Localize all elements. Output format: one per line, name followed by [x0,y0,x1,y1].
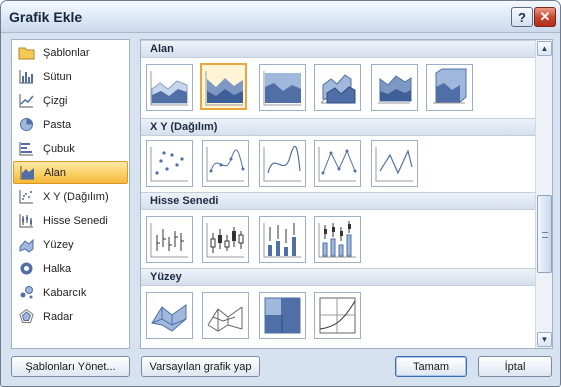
folder-icon [18,47,35,60]
category-scatter[interactable]: X Y (Dağılım) [13,185,128,208]
pie-chart-icon [20,118,33,131]
scatter-straight-subtype-thumb[interactable] [371,140,418,187]
category-doughnut[interactable]: Halka [13,257,128,280]
scroll-down-arrow-icon[interactable]: ▼ [537,332,552,347]
set-as-default-chart-button[interactable]: Varsayılan grafik yap [141,356,260,377]
stock-open-high-low-close-subtype-thumb[interactable] [202,216,249,263]
wireframe-surface-subtype-thumb[interactable] [202,292,249,339]
doughnut-chart-icon [20,262,33,275]
surface-chart-icon [19,238,34,253]
stock-chart-icon [19,214,33,228]
category-label: Yüzey [43,238,74,251]
section-header-surface: Yüzey [141,268,535,286]
category-line[interactable]: Çizgi [13,89,128,112]
scrollbar-thumb[interactable] [537,195,552,273]
close-button[interactable]: ✕ [534,7,556,27]
dialog-title: Grafik Ekle [9,9,83,25]
gallery-scrollbar[interactable]: ▲ ▼ [535,40,552,348]
wireframe-contour-subtype-thumb[interactable] [314,292,361,339]
3d-surface-subtype-thumb[interactable] [146,292,193,339]
scatter-markers-subtype-thumb[interactable] [146,140,193,187]
3d-percent-area-subtype-thumb[interactable] [426,64,473,111]
category-label: Sütun [43,70,72,83]
line-chart-icon [19,94,34,108]
chart-category-list: Şablonlar Sütun Çizgi Pasta Çubuk Alan X… [11,39,130,349]
scatter-smooth-subtype-thumb[interactable] [259,140,306,187]
category-bar[interactable]: Çubuk [13,137,128,160]
radar-chart-icon [19,308,34,323]
bubble-chart-icon [20,286,33,299]
stock-volume-ohlc-subtype-thumb[interactable] [314,216,361,263]
stacked-area-subtype-thumb[interactable] [200,63,247,110]
cancel-button[interactable]: İptal [478,356,552,377]
section-header-area: Alan [141,40,535,58]
percent-area-subtype-thumb[interactable] [259,64,306,111]
category-label: X Y (Dağılım) [43,190,109,203]
manage-templates-button[interactable]: Şablonları Yönet... [11,356,130,377]
3d-stacked-area-subtype-thumb[interactable] [371,64,418,111]
category-label: Halka [43,262,72,275]
section-header-stock: Hisse Senedi [141,192,535,210]
category-area[interactable]: Alan [13,161,128,184]
category-label: Radar [43,310,73,323]
3d-area-subtype-thumb[interactable] [314,64,361,111]
column-chart-icon [19,70,33,84]
category-stock[interactable]: Hisse Senedi [13,209,128,232]
category-column[interactable]: Sütun [13,65,128,88]
category-surface[interactable]: Yüzey [13,233,128,256]
scatter-straight-markers-subtype-thumb[interactable] [314,140,361,187]
scatter-smooth-markers-subtype-thumb[interactable] [202,140,249,187]
category-label: Şablonlar [43,46,90,59]
category-label: Çizgi [43,94,68,107]
category-templates[interactable]: Şablonlar [13,41,128,64]
ok-button[interactable]: Tamam [395,356,467,377]
area-chart-icon [20,166,34,180]
category-label: Alan [44,166,67,179]
chart-subtype-gallery: Alan X Y (Dağılım) Hisse Senedi Yüzey ▲ … [140,39,553,349]
help-button[interactable]: ? [511,7,533,27]
contour-surface-subtype-thumb[interactable] [259,292,306,339]
insert-chart-dialog: Grafik Ekle ? ✕ Şablonlar Sütun Çizgi Pa… [0,0,561,387]
category-label: Kabarcık [43,286,87,299]
scroll-up-arrow-icon[interactable]: ▲ [537,41,552,56]
area-subtype-thumb[interactable] [146,64,193,111]
category-label: Çubuk [43,142,75,155]
title-bar: Grafik Ekle ? ✕ [1,1,560,33]
scatter-chart-icon [19,190,33,204]
stock-high-low-close-subtype-thumb[interactable] [146,216,193,263]
section-header-scatter: X Y (Dağılım) [141,118,535,136]
category-bubble[interactable]: Kabarcık [13,281,128,304]
category-label: Pasta [43,118,72,131]
stock-volume-hlc-subtype-thumb[interactable] [259,216,306,263]
bar-chart-icon [19,142,33,156]
category-pie[interactable]: Pasta [13,113,128,136]
category-label: Hisse Senedi [43,214,108,227]
category-radar[interactable]: Radar [13,305,128,328]
